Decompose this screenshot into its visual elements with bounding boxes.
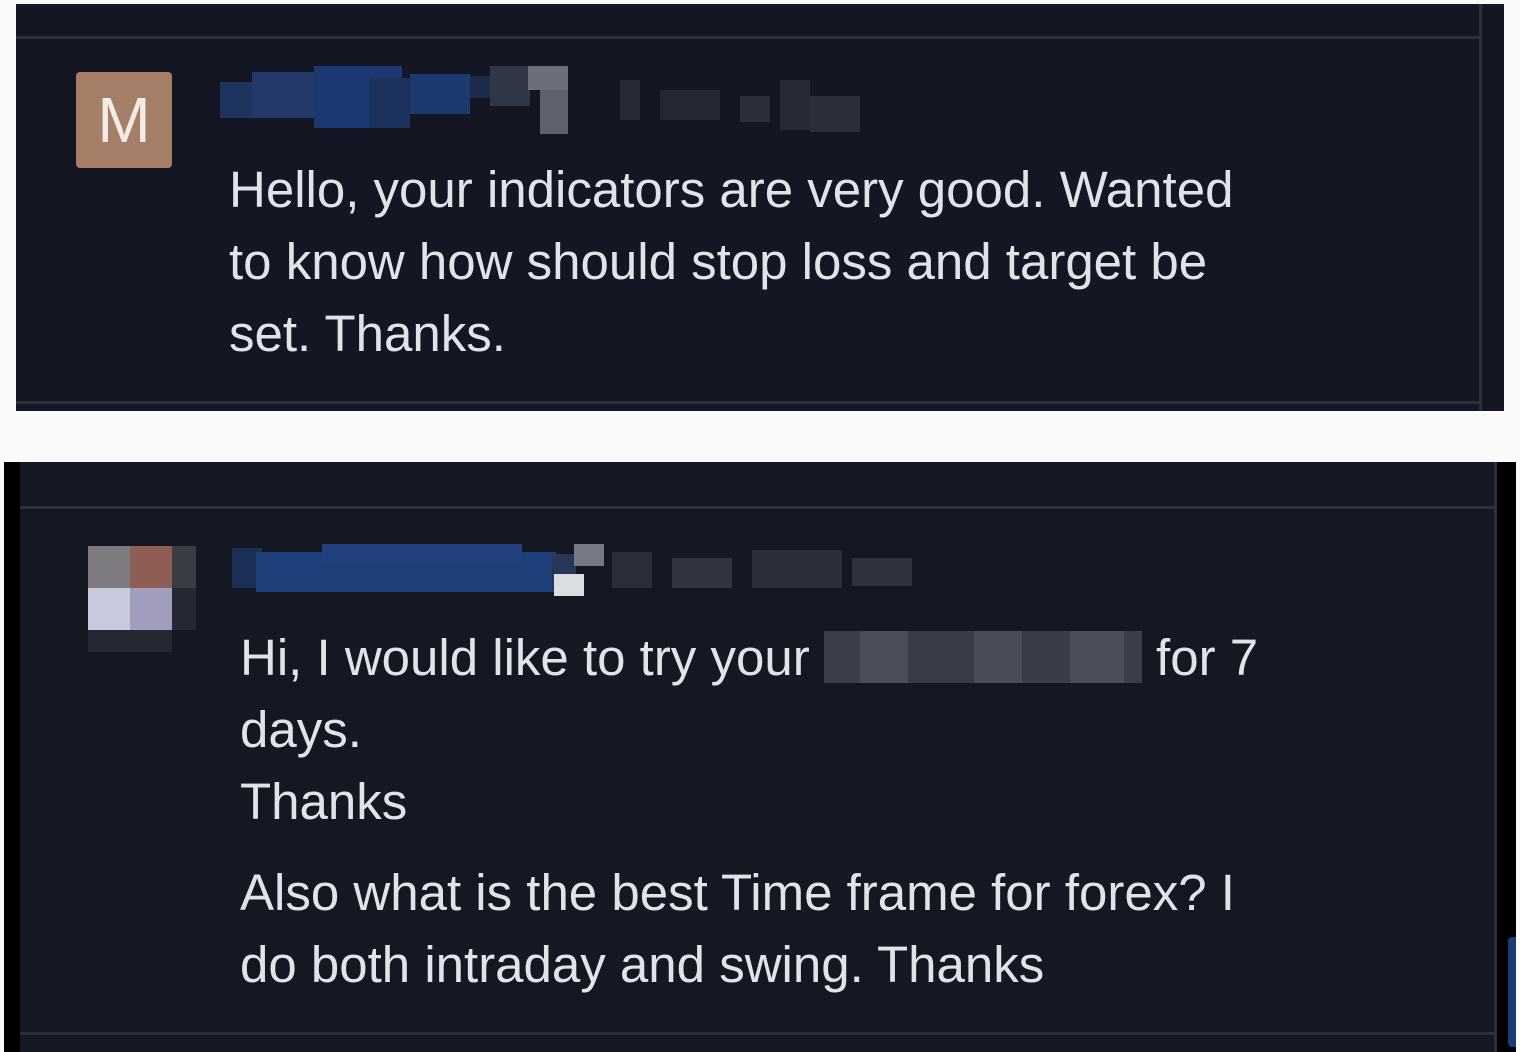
divider-bottom <box>16 401 1482 404</box>
comment-text: Hi, I would like to try your for 7 days.… <box>240 622 1258 838</box>
user-avatar[interactable]: M <box>76 72 172 168</box>
avatar-letter: M <box>97 84 151 156</box>
divider-top <box>16 36 1482 39</box>
redacted-product-name <box>823 630 1142 683</box>
comment-text: Hello, your indicators are very good. Wa… <box>229 161 1234 362</box>
comment-card-2: Hi, I would like to try your for 7 days.… <box>4 462 1516 1052</box>
user-avatar[interactable] <box>88 546 198 654</box>
divider-top <box>20 506 1497 509</box>
comment-followup-text: Also what is the best Time frame for for… <box>240 864 1235 993</box>
comment-text-start: Hi, I would like to try your <box>240 629 824 686</box>
divider-bottom <box>20 1032 1497 1035</box>
username-redacted[interactable] <box>232 544 932 600</box>
card-right-border <box>1494 462 1497 1052</box>
scrollbar-edge[interactable] <box>1508 937 1516 1047</box>
username-redacted[interactable] <box>220 66 860 136</box>
card-right-border <box>1479 4 1482 411</box>
comment-card-1: M Hello, your indicators are very good. … <box>16 4 1504 411</box>
